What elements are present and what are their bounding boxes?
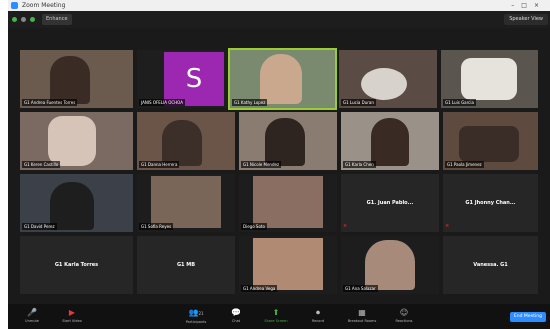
muted-mic-icon: 🎤: [27, 308, 37, 317]
reactions-icon: ☺: [399, 308, 409, 317]
title-bar: Zoom Meeting –□×: [8, 0, 550, 11]
participant-name: G1 Keren Castillo: [22, 161, 61, 168]
end-meeting-button[interactable]: End Meeting: [509, 312, 546, 322]
share-screen-button[interactable]: ⬆ Share Screen: [256, 307, 296, 327]
participant-name: G1 Danna Herrera: [139, 161, 180, 168]
record-icon: ⏺: [316, 308, 320, 317]
avatar: S: [164, 52, 224, 106]
participant-name: G1 Andrea Vega: [241, 285, 278, 292]
participant-name: G1 Andrea Fuentes Torres: [22, 99, 78, 106]
participant-video: [253, 238, 323, 290]
participant-name: Diego Soto: [241, 223, 267, 230]
participant-display-name: G1. Juan Pablo...: [366, 200, 414, 206]
encryption-icon[interactable]: [30, 17, 35, 22]
video-tile[interactable]: G1 Karla Chen: [341, 112, 439, 170]
record-label: Record: [311, 319, 325, 323]
video-tile-no-video[interactable]: G1 MB: [137, 236, 235, 294]
share-screen-label: Share Screen: [264, 319, 288, 323]
video-tile[interactable]: Diego Soto: [239, 174, 337, 232]
video-tile[interactable]: G1 Ana Salazar: [341, 236, 439, 294]
participant-display-name: G1 Karla Torres: [54, 262, 99, 268]
meeting-top-bar: Enhance Speaker View: [8, 11, 550, 28]
reactions-button[interactable]: ☺ Reactions: [384, 307, 424, 327]
unmute-label: Unmute: [25, 319, 39, 323]
participants-count: 21: [198, 311, 204, 316]
video-tile-no-video[interactable]: G1 Karla Torres: [20, 236, 133, 294]
record-button[interactable]: ⏺ Record: [298, 307, 338, 327]
enhance-label[interactable]: Enhance: [42, 14, 72, 25]
participant-name: G1 Kathy Lopez: [232, 99, 268, 106]
video-tile[interactable]: G1 Lucia Duran: [339, 50, 437, 108]
maximize-icon[interactable]: □: [521, 2, 534, 9]
participant-video: [371, 118, 409, 166]
muted-mic-icon: ⨯: [343, 223, 348, 229]
breakout-rooms-button[interactable]: ▦ Breakout Rooms: [342, 307, 382, 327]
participant-video: [461, 58, 517, 100]
participant-name: JANIS OFELIA OCHOA: [139, 99, 185, 106]
participant-name: G1 Lucia Duran: [341, 99, 376, 106]
window-controls: –□×: [511, 0, 546, 11]
participants-label: Participants: [185, 320, 207, 324]
participant-video: [50, 56, 90, 104]
start-video-label: Start Video: [62, 319, 82, 323]
participant-video: [50, 182, 94, 230]
start-video-button[interactable]: ▶ Start Video: [52, 307, 92, 327]
participant-name: G1 Paola Jimenez: [445, 161, 484, 168]
minimize-icon[interactable]: –: [511, 2, 521, 9]
video-tile-active-speaker[interactable]: G1 Kathy Lopez: [228, 48, 337, 110]
participants-icon: 👥21: [188, 308, 204, 317]
participant-video: [265, 118, 305, 166]
participant-video: [260, 54, 302, 104]
speaker-view-button[interactable]: Speaker View: [504, 14, 548, 25]
breakout-rooms-icon: ▦: [358, 308, 366, 317]
breakout-rooms-label: Breakout Rooms: [347, 319, 377, 323]
chat-button[interactable]: 💬 Chat: [216, 307, 256, 327]
shield-icon[interactable]: [12, 17, 17, 22]
info-icon[interactable]: [21, 17, 26, 22]
participant-video: [162, 120, 202, 166]
video-tile-no-video[interactable]: Vanessa. G1: [443, 236, 538, 294]
video-tile[interactable]: G1 Sofia Reyes: [137, 174, 235, 232]
participant-name: G1 Sofia Reyes: [139, 223, 174, 230]
participant-name: G1 Karla Chen: [343, 161, 376, 168]
close-icon[interactable]: ×: [534, 2, 546, 9]
video-tile[interactable]: G1 Danna Herrera: [137, 112, 235, 170]
video-tile[interactable]: G1 Keren Castillo: [20, 112, 133, 170]
participants-button[interactable]: 👥21 Participants: [176, 307, 216, 327]
participant-video: [459, 126, 519, 162]
video-tile[interactable]: G1 David Perez: [20, 174, 133, 232]
participant-name: G1 David Perez: [22, 223, 57, 230]
window-title: Zoom Meeting: [22, 2, 66, 9]
video-tile-no-video[interactable]: G1 Jhonny Chan... ⨯: [443, 174, 538, 232]
zoom-app-icon: [11, 2, 18, 9]
participant-video: [253, 176, 323, 228]
share-screen-icon: ⬆: [272, 308, 280, 317]
participant-name: G1 Luis Garcia: [443, 99, 476, 106]
chat-label: Chat: [231, 319, 241, 323]
video-tile[interactable]: G1 Andrea Fuentes Torres: [20, 50, 133, 108]
participant-video: [365, 240, 415, 290]
muted-mic-icon: ⨯: [445, 223, 450, 229]
reactions-label: Reactions: [395, 319, 413, 323]
participant-video: [48, 116, 96, 166]
video-tile-no-video[interactable]: G1. Juan Pablo... ⨯: [341, 174, 439, 232]
video-tile[interactable]: G1 Paola Jimenez: [443, 112, 538, 170]
meeting-toolbar: 🎤 Unmute ▶ Start Video 👥21 Participants …: [8, 304, 550, 329]
participant-name: G1 Ana Salazar: [343, 285, 378, 292]
video-tile[interactable]: G1 Andrea Vega: [239, 236, 337, 294]
participant-video: [151, 176, 221, 228]
participant-display-name: Vanessa. G1: [473, 262, 508, 268]
zoom-window: Zoom Meeting –□× Enhance Speaker View G1…: [8, 0, 550, 329]
participant-video: [361, 68, 407, 100]
participant-display-name: G1 Jhonny Chan...: [465, 200, 516, 206]
participant-display-name: G1 MB: [176, 262, 196, 268]
video-off-icon: ▶: [68, 308, 76, 317]
chat-icon: 💬: [231, 308, 241, 317]
video-tile[interactable]: G1 Luis Garcia: [441, 50, 538, 108]
video-tile[interactable]: G1 Nicole Mendez: [239, 112, 337, 170]
unmute-button[interactable]: 🎤 Unmute: [12, 307, 52, 327]
participant-name: G1 Nicole Mendez: [241, 161, 282, 168]
